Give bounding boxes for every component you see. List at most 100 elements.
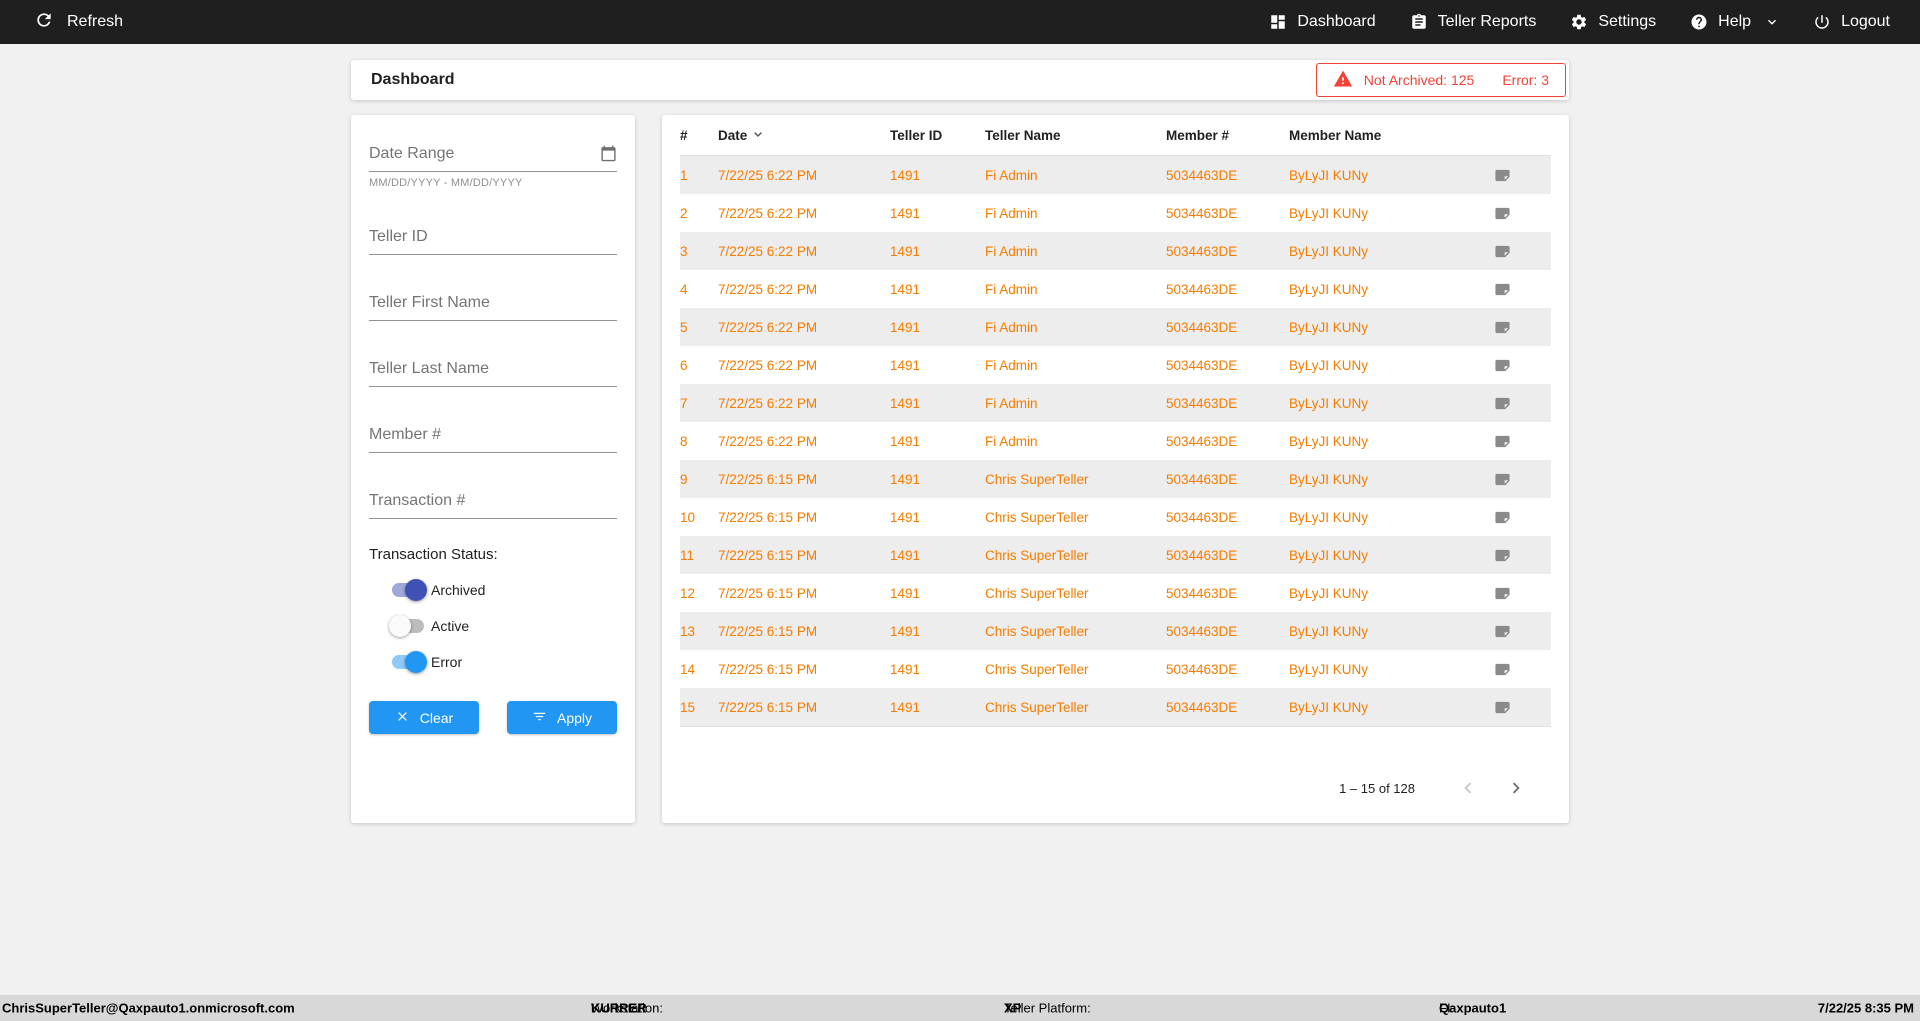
row-member-name: ByLyJI KUNy	[1289, 434, 1492, 449]
nav-help[interactable]: Help	[1690, 13, 1779, 31]
row-teller-name: Fi Admin	[985, 434, 1166, 449]
row-member-number: 5034463DE	[1166, 282, 1289, 297]
table-row[interactable]: 7 7/22/25 6:22 PM 1491 Fi Admin 5034463D…	[680, 384, 1551, 422]
note-icon[interactable]	[1492, 699, 1551, 716]
column-number: #	[680, 128, 718, 143]
row-teller-id: 1491	[890, 624, 985, 639]
row-number: 8	[680, 434, 718, 449]
apply-button[interactable]: Apply	[507, 701, 617, 734]
row-number: 10	[680, 510, 718, 525]
toggle-error[interactable]: Error	[389, 649, 617, 675]
table-row[interactable]: 13 7/22/25 6:15 PM 1491 Chris SuperTelle…	[680, 612, 1551, 650]
teller-first-name-input[interactable]	[369, 282, 617, 321]
row-teller-name: Chris SuperTeller	[985, 662, 1166, 677]
table-row[interactable]: 5 7/22/25 6:22 PM 1491 Fi Admin 5034463D…	[680, 308, 1551, 346]
nav-dashboard[interactable]: Dashboard	[1269, 13, 1375, 31]
row-teller-name: Fi Admin	[985, 320, 1166, 335]
note-icon[interactable]	[1492, 281, 1551, 298]
pagination-label: 1 – 15 of 128	[1339, 781, 1415, 796]
help-icon	[1690, 13, 1708, 31]
workstation-value: KURRER	[591, 1001, 647, 1016]
table-row[interactable]: 11 7/22/25 6:15 PM 1491 Chris SuperTelle…	[680, 536, 1551, 574]
row-date: 7/22/25 6:15 PM	[718, 700, 890, 715]
row-member-name: ByLyJI KUNy	[1289, 206, 1492, 221]
page-header: Dashboard Not Archived: 125 Error: 3	[351, 60, 1569, 100]
row-teller-name: Chris SuperTeller	[985, 586, 1166, 601]
row-teller-id: 1491	[890, 662, 985, 677]
note-icon[interactable]	[1492, 243, 1551, 260]
row-teller-name: Fi Admin	[985, 244, 1166, 259]
toggle-active[interactable]: Active	[389, 613, 617, 639]
table-row[interactable]: 14 7/22/25 6:15 PM 1491 Chris SuperTelle…	[680, 650, 1551, 688]
refresh-button[interactable]: Refresh	[34, 10, 123, 35]
row-member-name: ByLyJI KUNy	[1289, 396, 1492, 411]
teller-id-input[interactable]	[369, 216, 617, 255]
row-number: 6	[680, 358, 718, 373]
transaction-number-input[interactable]	[369, 480, 617, 519]
nav-settings[interactable]: Settings	[1570, 13, 1656, 31]
not-archived-count: Not Archived: 125	[1364, 72, 1475, 88]
note-icon[interactable]	[1492, 547, 1551, 564]
row-member-name: ByLyJI KUNy	[1289, 472, 1492, 487]
row-member-number: 5034463DE	[1166, 168, 1289, 183]
sort-arrow-icon	[750, 126, 766, 145]
row-number: 15	[680, 700, 718, 715]
column-date[interactable]: Date	[718, 126, 890, 145]
chevron-down-icon	[1765, 15, 1779, 29]
note-icon[interactable]	[1492, 357, 1551, 374]
date-range-input[interactable]	[369, 133, 617, 172]
note-icon[interactable]	[1492, 661, 1551, 678]
row-number: 2	[680, 206, 718, 221]
table-row[interactable]: 8 7/22/25 6:22 PM 1491 Fi Admin 5034463D…	[680, 422, 1551, 460]
table-row[interactable]: 6 7/22/25 6:22 PM 1491 Fi Admin 5034463D…	[680, 346, 1551, 384]
note-icon[interactable]	[1492, 585, 1551, 602]
status-toggle[interactable]	[389, 579, 427, 601]
note-icon[interactable]	[1492, 205, 1551, 222]
row-date: 7/22/25 6:15 PM	[718, 662, 890, 677]
table-row[interactable]: 12 7/22/25 6:15 PM 1491 Chris SuperTelle…	[680, 574, 1551, 612]
previous-page-button[interactable]	[1451, 777, 1485, 799]
note-icon[interactable]	[1492, 509, 1551, 526]
teller-last-name-input[interactable]	[369, 348, 617, 387]
fi-value: Qaxpauto1	[1439, 1001, 1506, 1016]
row-teller-id: 1491	[890, 434, 985, 449]
member-number-input[interactable]	[369, 414, 617, 453]
note-icon[interactable]	[1492, 623, 1551, 640]
note-icon[interactable]	[1492, 167, 1551, 184]
table-row[interactable]: 3 7/22/25 6:22 PM 1491 Fi Admin 5034463D…	[680, 232, 1551, 270]
table-header: # Date Teller ID Teller Name Member # Me…	[680, 115, 1551, 156]
table-row[interactable]: 4 7/22/25 6:22 PM 1491 Fi Admin 5034463D…	[680, 270, 1551, 308]
row-member-name: ByLyJI KUNy	[1289, 358, 1492, 373]
clear-button[interactable]: Clear	[369, 701, 479, 734]
table-row[interactable]: 10 7/22/25 6:15 PM 1491 Chris SuperTelle…	[680, 498, 1551, 536]
toggle-archived[interactable]: Archived	[389, 577, 617, 603]
row-teller-id: 1491	[890, 510, 985, 525]
status-toggle[interactable]	[389, 651, 427, 673]
table-row[interactable]: 15 7/22/25 6:15 PM 1491 Chris SuperTelle…	[680, 688, 1551, 726]
transactions-panel: # Date Teller ID Teller Name Member # Me…	[662, 115, 1569, 823]
note-icon[interactable]	[1492, 395, 1551, 412]
nav-logout[interactable]: Logout	[1813, 13, 1890, 31]
note-icon[interactable]	[1492, 319, 1551, 336]
table-row[interactable]: 1 7/22/25 6:22 PM 1491 Fi Admin 5034463D…	[680, 156, 1551, 194]
top-bar: Refresh Dashboard Teller Reports Setting…	[0, 0, 1920, 44]
row-teller-name: Fi Admin	[985, 206, 1166, 221]
refresh-icon	[34, 10, 54, 35]
next-page-button[interactable]	[1499, 777, 1533, 799]
nav-teller-reports[interactable]: Teller Reports	[1410, 13, 1537, 31]
row-member-number: 5034463DE	[1166, 548, 1289, 563]
nav-settings-label: Settings	[1598, 13, 1656, 31]
status-toggle[interactable]	[389, 615, 427, 637]
note-icon[interactable]	[1492, 471, 1551, 488]
table-row[interactable]: 9 7/22/25 6:15 PM 1491 Chris SuperTeller…	[680, 460, 1551, 498]
pagination: 1 – 15 of 128	[1339, 777, 1533, 799]
column-member-number: Member #	[1166, 128, 1289, 143]
calendar-icon[interactable]	[600, 145, 617, 167]
table-row[interactable]: 2 7/22/25 6:22 PM 1491 Fi Admin 5034463D…	[680, 194, 1551, 232]
row-teller-name: Chris SuperTeller	[985, 624, 1166, 639]
row-member-number: 5034463DE	[1166, 510, 1289, 525]
note-icon[interactable]	[1492, 433, 1551, 450]
row-teller-id: 1491	[890, 396, 985, 411]
row-member-name: ByLyJI KUNy	[1289, 700, 1492, 715]
nav-dashboard-label: Dashboard	[1297, 13, 1375, 31]
